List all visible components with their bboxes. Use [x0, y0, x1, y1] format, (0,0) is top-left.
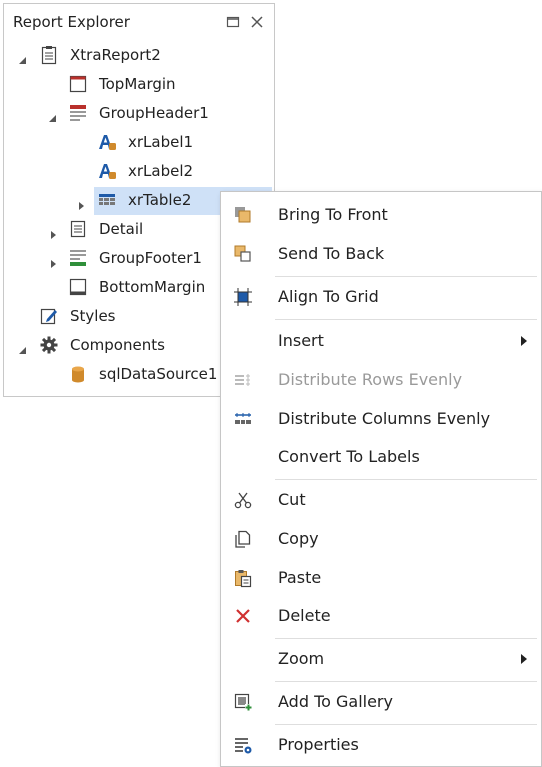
- menu-item-label: Distribute Columns Evenly: [278, 409, 491, 428]
- panel-header: Report Explorer: [4, 4, 274, 38]
- top-margin-band-icon: [68, 74, 88, 94]
- menu-item-label: Paste: [278, 568, 322, 587]
- context-menu: Bring To Front Send To Back Align To Gri…: [220, 191, 542, 767]
- paste-icon: [233, 568, 253, 588]
- menu-item-delete[interactable]: Delete: [221, 599, 541, 633]
- menu-item-properties[interactable]: Properties: [221, 728, 541, 762]
- menu-item-paste[interactable]: Paste: [221, 561, 541, 595]
- menu-item-label: Align To Grid: [278, 287, 379, 306]
- collapse-arrow-icon[interactable]: [18, 51, 28, 64]
- menu-item-bring-to-front[interactable]: Bring To Front: [221, 198, 541, 232]
- menu-item-zoom[interactable]: Zoom: [221, 642, 541, 676]
- tree-item-label: xrTable2: [128, 191, 192, 209]
- table-control-icon: [97, 190, 117, 210]
- group-header-band-icon: [68, 103, 88, 123]
- submenu-arrow-icon: [521, 336, 527, 346]
- align-to-grid-icon: [233, 287, 253, 307]
- menu-item-label: Bring To Front: [278, 205, 388, 224]
- menu-item-label: Send To Back: [278, 244, 385, 263]
- menu-separator: [275, 638, 537, 639]
- scissors-icon: [233, 490, 253, 510]
- tree-item-label: Styles: [70, 307, 116, 325]
- menu-item-label: Zoom: [278, 649, 325, 668]
- tree-item-label: xrLabel1: [128, 133, 194, 151]
- menu-item-align-to-grid[interactable]: Align To Grid: [221, 280, 541, 314]
- menu-item-distribute-columns[interactable]: Distribute Columns Evenly: [221, 402, 541, 436]
- tree-item-group-header[interactable]: GroupHeader1: [4, 100, 274, 128]
- copy-icon: [233, 529, 253, 549]
- send-to-back-icon: [233, 244, 253, 264]
- styles-icon: [39, 306, 59, 326]
- tree-item-label: Components: [70, 336, 165, 354]
- database-icon: [68, 364, 88, 384]
- menu-item-send-to-back[interactable]: Send To Back: [221, 237, 541, 271]
- menu-separator: [275, 479, 537, 480]
- bring-to-front-icon: [233, 205, 253, 225]
- add-to-gallery-icon: [233, 692, 253, 712]
- collapse-arrow-icon[interactable]: [48, 109, 58, 122]
- tree-item-label1[interactable]: xrLabel1: [4, 129, 274, 157]
- tree-item-label: xrLabel2: [128, 162, 194, 180]
- menu-separator: [275, 681, 537, 682]
- maximize-icon[interactable]: [226, 14, 240, 28]
- close-icon[interactable]: [250, 14, 264, 28]
- menu-item-label: Convert To Labels: [278, 447, 420, 466]
- menu-item-label: Add To Gallery: [278, 692, 393, 711]
- expand-arrow-icon[interactable]: [48, 254, 58, 268]
- tree-item-label: BottomMargin: [99, 278, 206, 296]
- menu-item-label: Distribute Rows Evenly: [278, 370, 463, 389]
- menu-item-convert-to-labels[interactable]: Convert To Labels: [221, 440, 541, 474]
- expand-arrow-icon[interactable]: [48, 225, 58, 239]
- report-icon: [39, 45, 59, 65]
- menu-item-label: Cut: [278, 490, 306, 509]
- menu-item-label: Properties: [278, 735, 359, 754]
- collapse-arrow-icon[interactable]: [18, 341, 28, 354]
- menu-item-label: Insert: [278, 331, 324, 350]
- tree-item-label: TopMargin: [99, 75, 176, 93]
- gear-icon: [39, 335, 59, 355]
- tree-item-label: sqlDataSource1: [99, 365, 218, 383]
- menu-item-cut[interactable]: Cut: [221, 483, 541, 517]
- tree-item-report[interactable]: XtraReport2: [4, 42, 274, 70]
- detail-band-icon: [68, 219, 88, 239]
- distribute-columns-icon: [233, 409, 253, 429]
- panel-title: Report Explorer: [13, 13, 130, 31]
- tree-item-label: Detail: [99, 220, 144, 238]
- menu-item-label: Copy: [278, 529, 319, 548]
- expand-arrow-icon[interactable]: [76, 196, 86, 210]
- bottom-margin-band-icon: [68, 277, 88, 297]
- menu-item-add-to-gallery[interactable]: Add To Gallery: [221, 685, 541, 719]
- menu-separator: [275, 276, 537, 277]
- distribute-rows-icon: [233, 370, 253, 390]
- menu-item-copy[interactable]: Copy: [221, 522, 541, 556]
- label-control-icon: [97, 132, 117, 152]
- tree-item-label2[interactable]: xrLabel2: [4, 158, 274, 186]
- label-control-icon: [97, 161, 117, 181]
- tree-item-label: XtraReport2: [70, 46, 161, 64]
- delete-icon: [233, 606, 253, 626]
- menu-item-insert[interactable]: Insert: [221, 324, 541, 358]
- menu-separator: [275, 724, 537, 725]
- tree-item-label: GroupFooter1: [99, 249, 202, 267]
- tree-item-label: GroupHeader1: [99, 104, 209, 122]
- tree-item-top-margin[interactable]: TopMargin: [4, 71, 274, 99]
- menu-item-label: Delete: [278, 606, 331, 625]
- menu-separator: [275, 319, 537, 320]
- submenu-arrow-icon: [521, 654, 527, 664]
- properties-icon: [233, 735, 253, 755]
- menu-item-distribute-rows[interactable]: Distribute Rows Evenly: [221, 363, 541, 397]
- group-footer-band-icon: [68, 248, 88, 268]
